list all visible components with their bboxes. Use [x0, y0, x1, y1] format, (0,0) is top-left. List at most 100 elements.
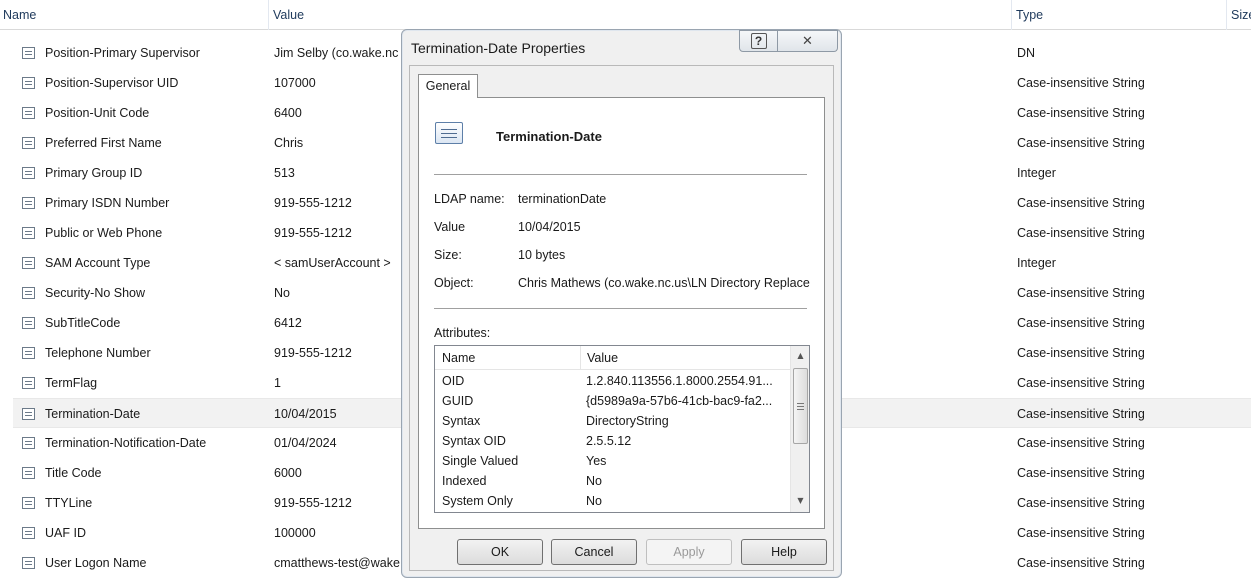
column-header-name[interactable]: Name — [0, 0, 268, 30]
row-name: Security-No Show — [45, 286, 146, 300]
properties-dialog: Termination-Date Properties ? ✕ General … — [401, 29, 842, 578]
close-button[interactable]: ✕ — [778, 30, 838, 52]
attribute-value: No — [586, 474, 602, 488]
attribute-icon — [22, 497, 35, 509]
ok-button[interactable]: OK — [457, 539, 543, 565]
attribute-icon — [22, 408, 35, 420]
attribute-row[interactable]: Indexed No — [435, 471, 791, 491]
row-name: Telephone Number — [45, 346, 151, 360]
attribute-icon — [22, 77, 35, 89]
row-type: Case-insensitive String — [1017, 226, 1145, 240]
scroll-thumb[interactable] — [793, 368, 808, 444]
row-type: Case-insensitive String — [1017, 346, 1145, 360]
property-value: 10/04/2015 — [518, 220, 581, 234]
row-type: Case-insensitive String — [1017, 316, 1145, 330]
attribute-row[interactable]: Single Valued Yes — [435, 451, 791, 471]
attribute-value: DirectoryString — [586, 414, 669, 428]
divider — [434, 308, 807, 309]
row-name: TermFlag — [45, 376, 98, 390]
column-header-value[interactable]: Value — [268, 0, 1010, 30]
help-title-button[interactable]: ? — [739, 30, 778, 52]
row-name: Preferred First Name — [45, 136, 162, 150]
help-button[interactable]: Help — [741, 539, 827, 565]
attribute-row[interactable]: OID 1.2.840.113556.1.8000.2554.91... — [435, 371, 791, 391]
attribute-icon — [22, 527, 35, 539]
attribute-icon — [22, 167, 35, 179]
attribute-value: 1.2.840.113556.1.8000.2554.91... — [586, 374, 773, 388]
attribute-value: No — [586, 494, 602, 508]
attribute-name: Single Valued — [442, 454, 519, 468]
row-name: Primary ISDN Number — [45, 196, 170, 210]
attribute-icon — [22, 317, 35, 329]
row-type: Case-insensitive String — [1017, 136, 1145, 150]
attribute-name: Syntax OID — [442, 434, 506, 448]
column-header-type[interactable]: Type — [1011, 0, 1226, 30]
property-label: Size: — [434, 248, 462, 262]
attribute-row[interactable]: Syntax DirectoryString — [435, 411, 791, 431]
property-label: Object: — [434, 276, 474, 290]
row-type: Case-insensitive String — [1017, 526, 1145, 540]
row-name: SAM Account Type — [45, 256, 151, 270]
row-name: Position-Unit Code — [45, 106, 150, 120]
row-type: Case-insensitive String — [1017, 286, 1145, 300]
dialog-titlebar[interactable]: Termination-Date Properties ? ✕ — [402, 30, 841, 64]
scroll-up-icon[interactable]: ▲ — [791, 347, 809, 364]
attribute-icon — [22, 257, 35, 269]
row-name: Position-Supervisor UID — [45, 76, 179, 90]
row-type: Case-insensitive String — [1017, 106, 1145, 120]
row-type: Case-insensitive String — [1017, 436, 1145, 450]
row-type: Integer — [1017, 166, 1056, 180]
attribute-row[interactable]: Syntax OID 2.5.5.12 — [435, 431, 791, 451]
close-icon: ✕ — [802, 33, 813, 49]
property-value: terminationDate — [518, 192, 607, 206]
property-label: Value — [434, 220, 466, 234]
attribute-value: 2.5.5.12 — [586, 434, 632, 448]
column-header-size[interactable]: Size — [1226, 0, 1251, 30]
attribute-icon — [22, 227, 35, 239]
property-label: LDAP name: — [434, 192, 505, 206]
row-name: UAF ID — [45, 526, 86, 540]
tab-general[interactable]: General — [418, 74, 478, 98]
property-value: Chris Mathews (co.wake.nc.us\LN Director… — [518, 276, 810, 290]
row-type: Case-insensitive String — [1017, 76, 1145, 90]
row-name: Position-Primary Supervisor — [45, 46, 200, 60]
attribute-icon — [435, 122, 463, 144]
row-type: Case-insensitive String — [1017, 376, 1145, 390]
scroll-down-icon[interactable]: ▼ — [791, 492, 809, 509]
attribute-name: OID — [442, 374, 465, 388]
attribute-name: Indexed — [442, 474, 487, 488]
attr-column-name[interactable]: Name — [435, 346, 580, 370]
row-name: SubTitleCode — [45, 316, 121, 330]
attribute-value: {d5989a9a-57b6-41cb-bac9-fa2... — [586, 394, 773, 408]
row-name: Primary Group ID — [45, 166, 143, 180]
attributes-label: Attributes: — [434, 326, 491, 340]
row-type: Case-insensitive String — [1017, 556, 1145, 570]
attributes-list[interactable]: Name Value OID 1.2.840.113556.1.8000.2554… — [434, 345, 810, 513]
property-value: 10 bytes — [518, 248, 566, 262]
attribute-name: System Only — [442, 494, 513, 508]
row-name: Public or Web Phone — [45, 226, 163, 240]
apply-button[interactable]: Apply — [646, 539, 732, 565]
attribute-icon — [22, 437, 35, 449]
object-name: Termination-Date — [496, 129, 602, 144]
row-type: Case-insensitive String — [1017, 196, 1145, 210]
attributes-list-header: Name Value — [435, 346, 791, 370]
attribute-icon — [22, 377, 35, 389]
help-icon: ? — [750, 33, 767, 49]
row-type: DN — [1017, 46, 1036, 60]
row-name: Title Code — [45, 466, 102, 480]
row-type: Case-insensitive String — [1017, 466, 1145, 480]
attribute-value: Yes — [586, 454, 607, 468]
attribute-row[interactable]: GUID {d5989a9a-57b6-41cb-bac9-fa2... — [435, 391, 791, 411]
row-type: Integer — [1017, 256, 1056, 270]
row-name: TTYLine — [45, 496, 93, 510]
attribute-icon — [22, 557, 35, 569]
attribute-name: GUID — [442, 394, 474, 408]
attribute-row[interactable]: System Only No — [435, 491, 791, 511]
dialog-title: Termination-Date Properties — [411, 40, 586, 56]
attr-column-value[interactable]: Value — [580, 346, 791, 370]
column-header: Name Value Type Size — [0, 0, 1251, 30]
cancel-button[interactable]: Cancel — [551, 539, 637, 565]
row-name: Termination-Date — [45, 407, 141, 421]
attributes-scrollbar[interactable]: ▲ ▼ — [790, 346, 809, 512]
